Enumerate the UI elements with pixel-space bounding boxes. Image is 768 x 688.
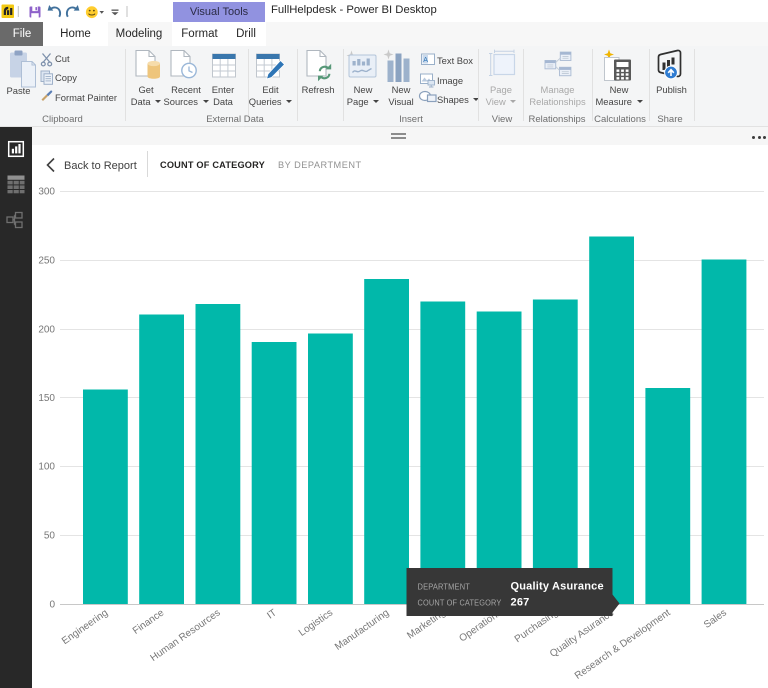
svg-text:Sales: Sales <box>702 607 729 630</box>
svg-text:267: 267 <box>511 597 530 609</box>
svg-text:Manufacturing: Manufacturing <box>333 607 391 652</box>
svg-text:Finance: Finance <box>131 607 167 637</box>
svg-text:Quality Asurance: Quality Asurance <box>511 581 604 593</box>
svg-text:100: 100 <box>38 462 55 473</box>
svg-text:DEPARTMENT: DEPARTMENT <box>418 582 471 592</box>
svg-text:200: 200 <box>38 325 55 336</box>
svg-text:Logistics: Logistics <box>297 607 335 638</box>
svg-text:Engineering: Engineering <box>60 607 110 647</box>
svg-text:300: 300 <box>38 187 55 198</box>
svg-text:COUNT OF CATEGORY: COUNT OF CATEGORY <box>418 598 502 608</box>
svg-text:250: 250 <box>38 256 55 267</box>
svg-text:150: 150 <box>38 393 55 404</box>
svg-text:A: A <box>423 57 428 64</box>
svg-text:IT: IT <box>265 607 279 621</box>
svg-text:Research & Development: Research & Development <box>573 607 673 681</box>
svg-text:50: 50 <box>44 531 56 542</box>
svg-text:0: 0 <box>49 600 55 611</box>
